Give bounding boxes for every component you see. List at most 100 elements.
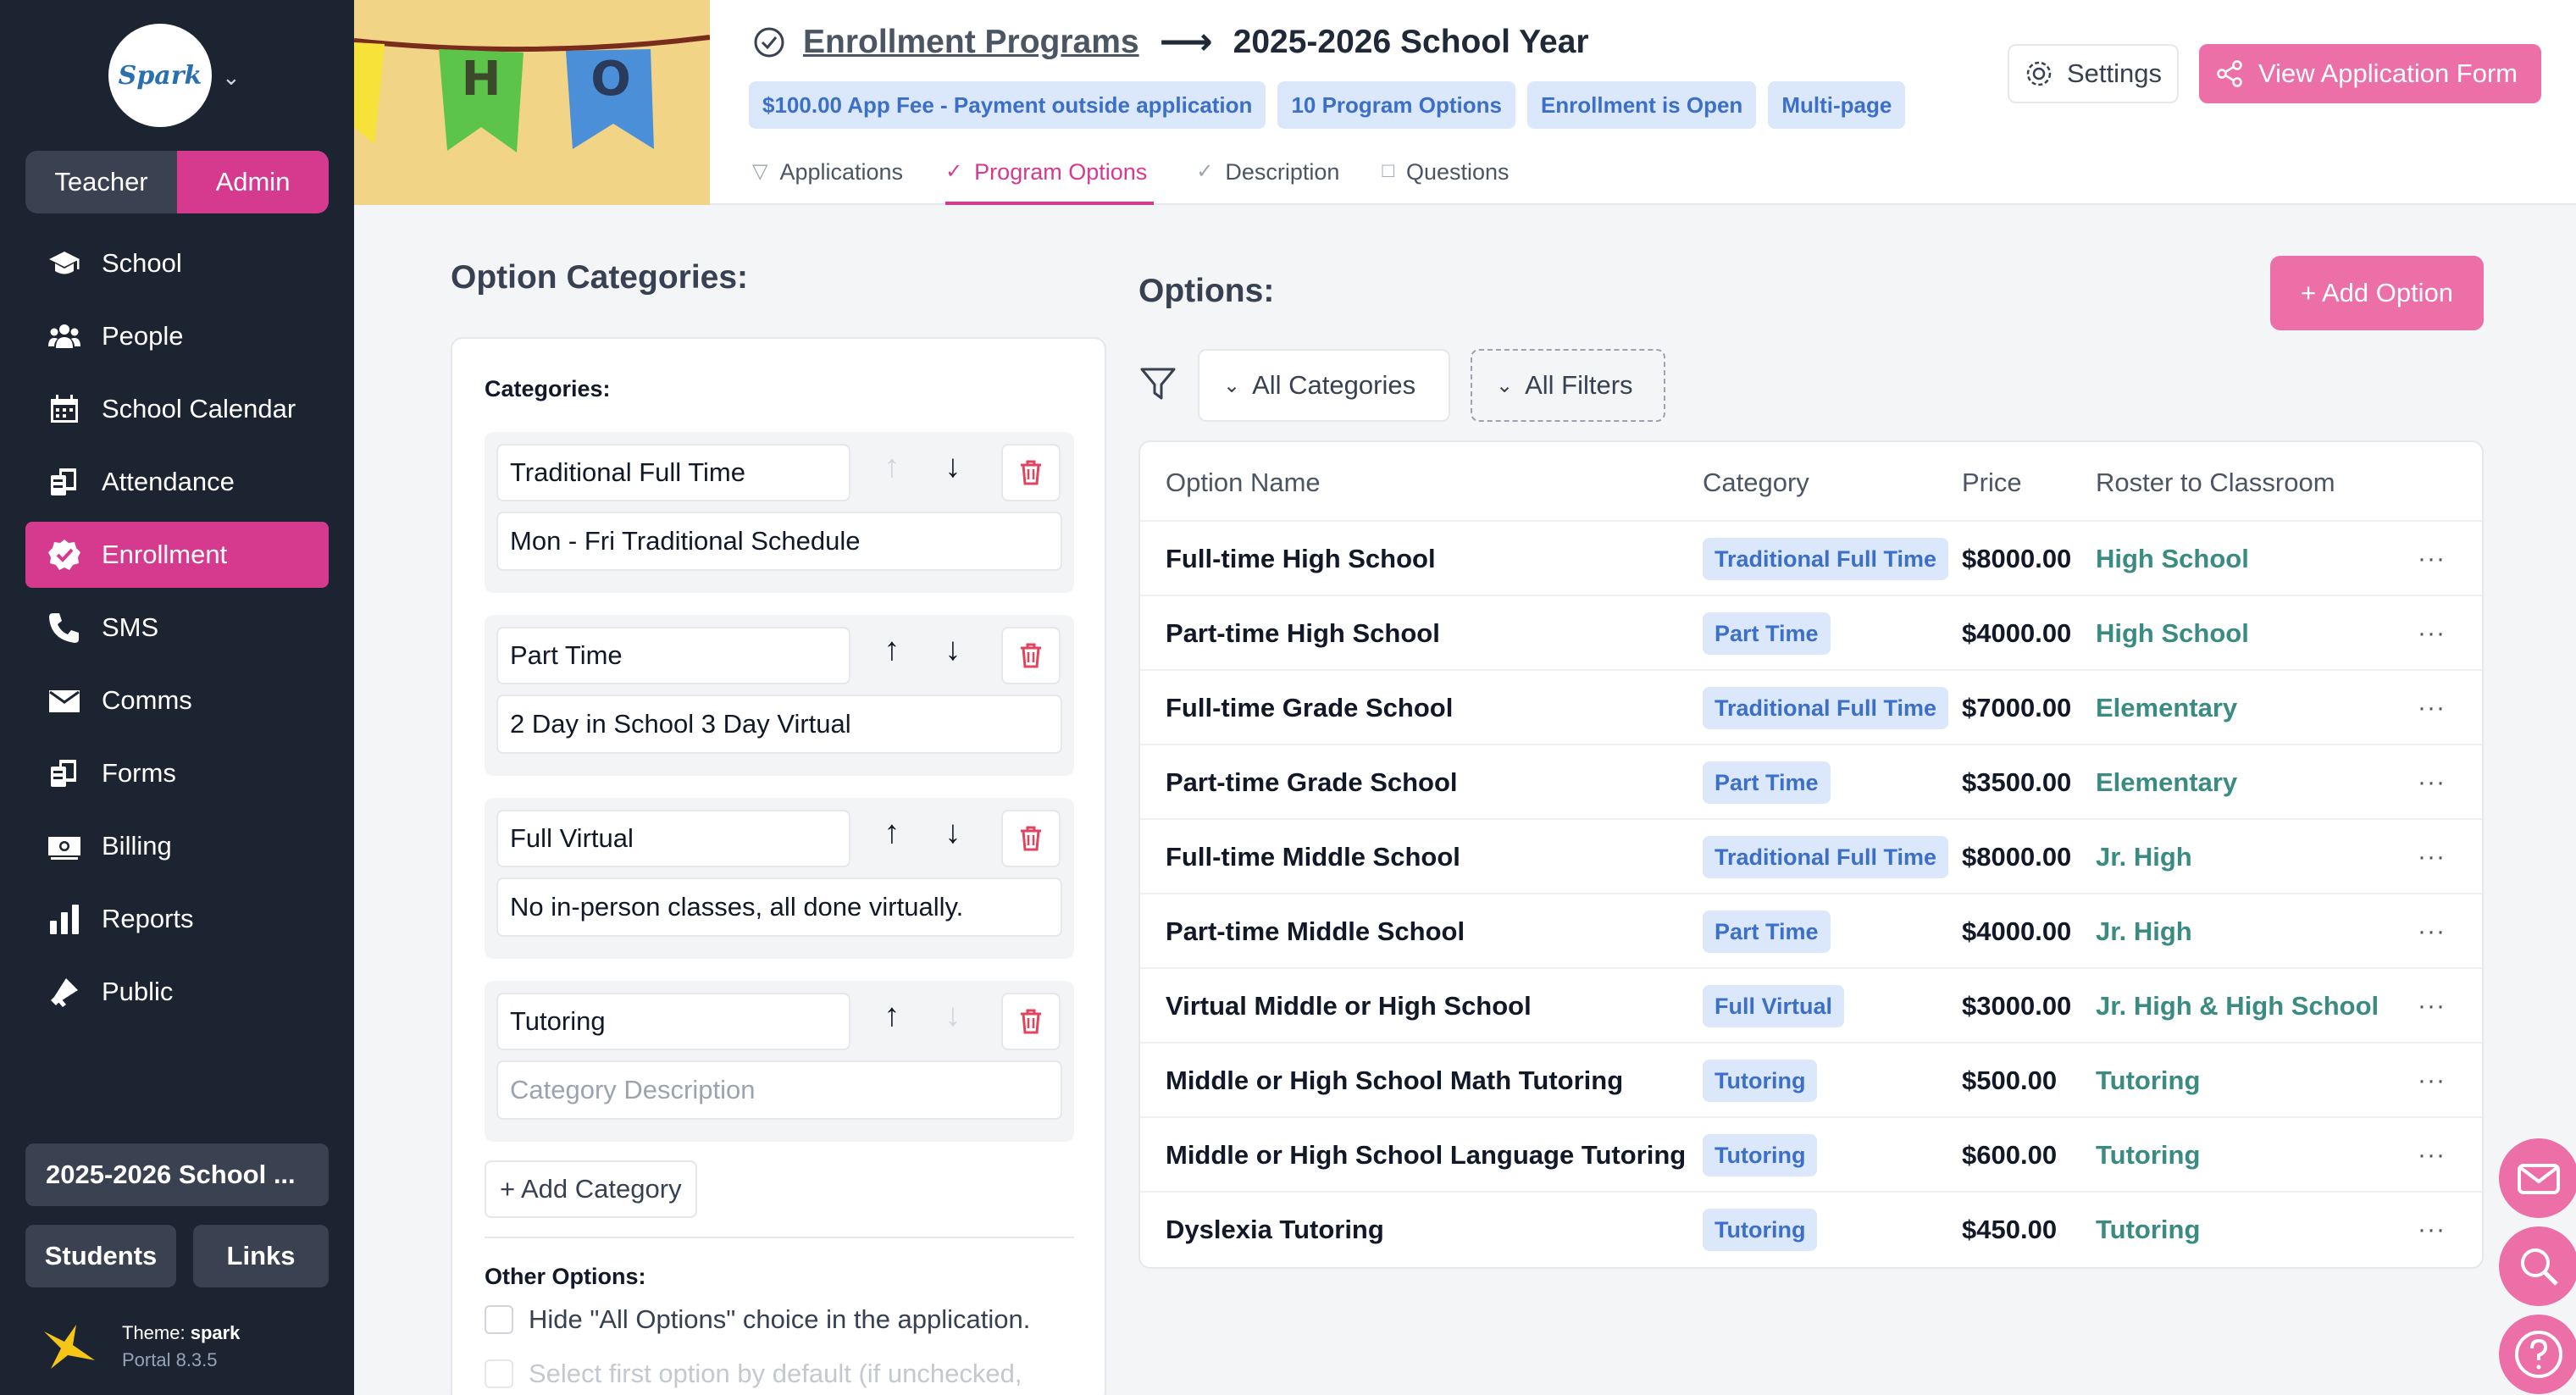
row-menu-icon[interactable]: ··· <box>2418 1118 2446 1193</box>
sidebar-item-public[interactable]: Public <box>25 959 329 1025</box>
category-name-input[interactable]: Full Virtual <box>496 810 850 867</box>
page-title: 2025-2026 School Year <box>1233 23 1589 60</box>
sidebar-item-billing[interactable]: Billing <box>25 813 329 879</box>
search-button[interactable] <box>2499 1226 2576 1306</box>
trash-icon <box>1021 643 1041 668</box>
sidebar-item-school-calendar[interactable]: School Calendar <box>25 376 329 442</box>
arrow-up-icon[interactable]: ↑ <box>871 998 913 1034</box>
row-menu-icon[interactable]: ··· <box>2418 1043 2446 1118</box>
sidebar-item-sms[interactable]: SMS <box>25 595 329 661</box>
delete-category-button[interactable] <box>1001 993 1061 1050</box>
table-row[interactable]: Part-time Grade School Part Time $3500.00 E… <box>1140 745 2482 820</box>
table-row[interactable]: Full-time Grade School Traditional Full T… <box>1140 671 2482 745</box>
category-name-input[interactable]: Tutoring <box>496 993 850 1050</box>
school-year-selector[interactable]: 2025-2026 School ... <box>25 1143 329 1206</box>
category-pill: Tutoring <box>1703 1060 1818 1102</box>
help-button[interactable] <box>2499 1315 2576 1394</box>
students-button[interactable]: Students <box>25 1225 176 1287</box>
sidebar: Spark ⌄ Teacher Admin School People School… <box>0 0 354 1395</box>
select-first-option-checkbox-row[interactable]: Select first option by default (if unche… <box>485 1359 1022 1389</box>
theme-name: spark <box>190 1322 241 1343</box>
hide-all-options-checkbox-row[interactable]: Hide "All Options" choice in the applica… <box>485 1304 1030 1335</box>
category-description-input[interactable]: No in-person classes, all done virtually… <box>496 877 1062 937</box>
row-menu-icon[interactable]: ··· <box>2418 596 2446 671</box>
calendar-icon <box>46 390 83 428</box>
table-row[interactable]: Full-time Middle School Traditional Full … <box>1140 820 2482 894</box>
category-filter-dropdown[interactable]: ⌄ All Categories <box>1198 349 1450 422</box>
settings-button[interactable]: Settings <box>2008 44 2180 103</box>
sidebar-item-label: School <box>102 248 182 278</box>
hide-all-options-checkbox[interactable] <box>485 1305 513 1334</box>
arrow-down-icon[interactable]: ↓ <box>932 632 974 668</box>
program-badge: 10 Program Options <box>1277 81 1515 129</box>
table-row[interactable]: Middle or High School Language Tutoring T… <box>1140 1118 2482 1193</box>
arrow-up-icon[interactable]: ↑ <box>871 815 913 851</box>
theme-label: Theme: <box>122 1322 191 1343</box>
category-pill: Traditional Full Time <box>1703 687 1949 729</box>
option-categories-card: Categories: + Add Category Other Options… <box>451 337 1106 1395</box>
delete-category-button[interactable] <box>1001 810 1061 867</box>
row-menu-icon[interactable]: ··· <box>2418 522 2446 596</box>
chevron-down-icon[interactable]: ⌄ <box>222 64 241 91</box>
option-price: $4000.00 <box>1962 916 2072 946</box>
tab-description[interactable]: ✓ Description <box>1196 152 1339 205</box>
message-button[interactable] <box>2499 1138 2576 1218</box>
tab-program-options[interactable]: ✓ Program Options <box>945 152 1155 205</box>
sidebar-item-forms[interactable]: Forms <box>25 740 329 806</box>
tab-applications[interactable]: ▽ Applications <box>752 152 903 205</box>
table-row[interactable]: Part-time High School Part Time $4000.00 Hi… <box>1140 596 2482 671</box>
select-first-option-checkbox[interactable] <box>485 1359 513 1388</box>
table-row[interactable]: Dyslexia Tutoring Tutoring $450.00 Tutoring… <box>1140 1193 2482 1267</box>
sidebar-item-reports[interactable]: Reports <box>25 886 329 952</box>
category-description-input[interactable]: 2 Day in School 3 Day Virtual <box>496 695 1062 754</box>
add-category-button[interactable]: + Add Category <box>485 1160 697 1218</box>
category-name-input[interactable]: Part Time <box>496 627 850 684</box>
row-menu-icon[interactable]: ··· <box>2418 820 2446 894</box>
role-admin-button[interactable]: Admin <box>177 151 329 213</box>
table-row[interactable]: Middle or High School Math Tutoring Tutor… <box>1140 1043 2482 1118</box>
tab-questions[interactable]: □ Questions <box>1382 152 1509 205</box>
sidebar-item-comms[interactable]: Comms <box>25 667 329 733</box>
arrow-right-icon: ⟶ <box>1159 21 1213 63</box>
role-teacher-button[interactable]: Teacher <box>25 151 177 213</box>
sidebar-item-enrollment[interactable]: Enrollment <box>25 522 329 588</box>
table-row[interactable]: Part-time Middle School Part Time $4000.00… <box>1140 894 2482 969</box>
option-price: $3000.00 <box>1962 991 2072 1021</box>
all-filters-dropdown[interactable]: ⌄ All Filters <box>1471 349 1665 422</box>
row-menu-icon[interactable]: ··· <box>2418 1193 2446 1267</box>
view-application-form-button[interactable]: View Application Form <box>2199 44 2541 103</box>
table-row[interactable]: Full-time High School Traditional Full Ti… <box>1140 522 2482 596</box>
sidebar-item-attendance[interactable]: Attendance <box>25 449 329 515</box>
breadcrumb-link-enrollment-programs[interactable]: Enrollment Programs <box>803 24 1139 61</box>
chevron-down-icon: ⌄ <box>1223 374 1241 397</box>
sidebar-item-school[interactable]: School <box>25 230 329 296</box>
column-category[interactable]: Category <box>1703 468 1809 498</box>
roster-classroom: Jr. High & High School <box>2096 991 2379 1021</box>
option-name: Full-time Middle School <box>1166 842 1460 872</box>
column-roster-to-classroom[interactable]: Roster to Classroom <box>2096 468 2335 498</box>
row-menu-icon[interactable]: ··· <box>2418 894 2446 969</box>
delete-category-button[interactable] <box>1001 444 1061 501</box>
arrow-down-icon[interactable]: ↓ <box>932 449 974 485</box>
sidebar-item-people[interactable]: People <box>25 303 329 369</box>
row-menu-icon[interactable]: ··· <box>2418 671 2446 745</box>
category-pill: Tutoring <box>1703 1209 1818 1251</box>
column-price[interactable]: Price <box>1962 468 2022 498</box>
delete-category-button[interactable] <box>1001 627 1061 684</box>
filter-icon[interactable] <box>1138 364 1177 403</box>
category-description-input[interactable]: Mon - Fri Traditional Schedule <box>496 512 1062 571</box>
row-menu-icon[interactable]: ··· <box>2418 969 2446 1043</box>
column-option-name[interactable]: Option Name <box>1166 468 1321 498</box>
links-button[interactable]: Links <box>193 1225 329 1287</box>
category-pill: Full Virtual <box>1703 985 1845 1027</box>
add-option-button[interactable]: + Add Option <box>2270 256 2484 330</box>
option-price: $450.00 <box>1962 1215 2058 1244</box>
arrow-down-icon[interactable]: ↓ <box>932 815 974 851</box>
category-name-input[interactable]: Traditional Full Time <box>496 444 850 501</box>
table-row[interactable]: Virtual Middle or High School Full Virtua… <box>1140 969 2482 1043</box>
row-menu-icon[interactable]: ··· <box>2418 745 2446 820</box>
school-logo[interactable]: Spark <box>108 24 212 127</box>
arrow-up-icon[interactable]: ↑ <box>871 632 913 668</box>
option-name: Part-time Middle School <box>1166 916 1465 946</box>
category-description-input[interactable]: Category Description <box>496 1060 1062 1120</box>
